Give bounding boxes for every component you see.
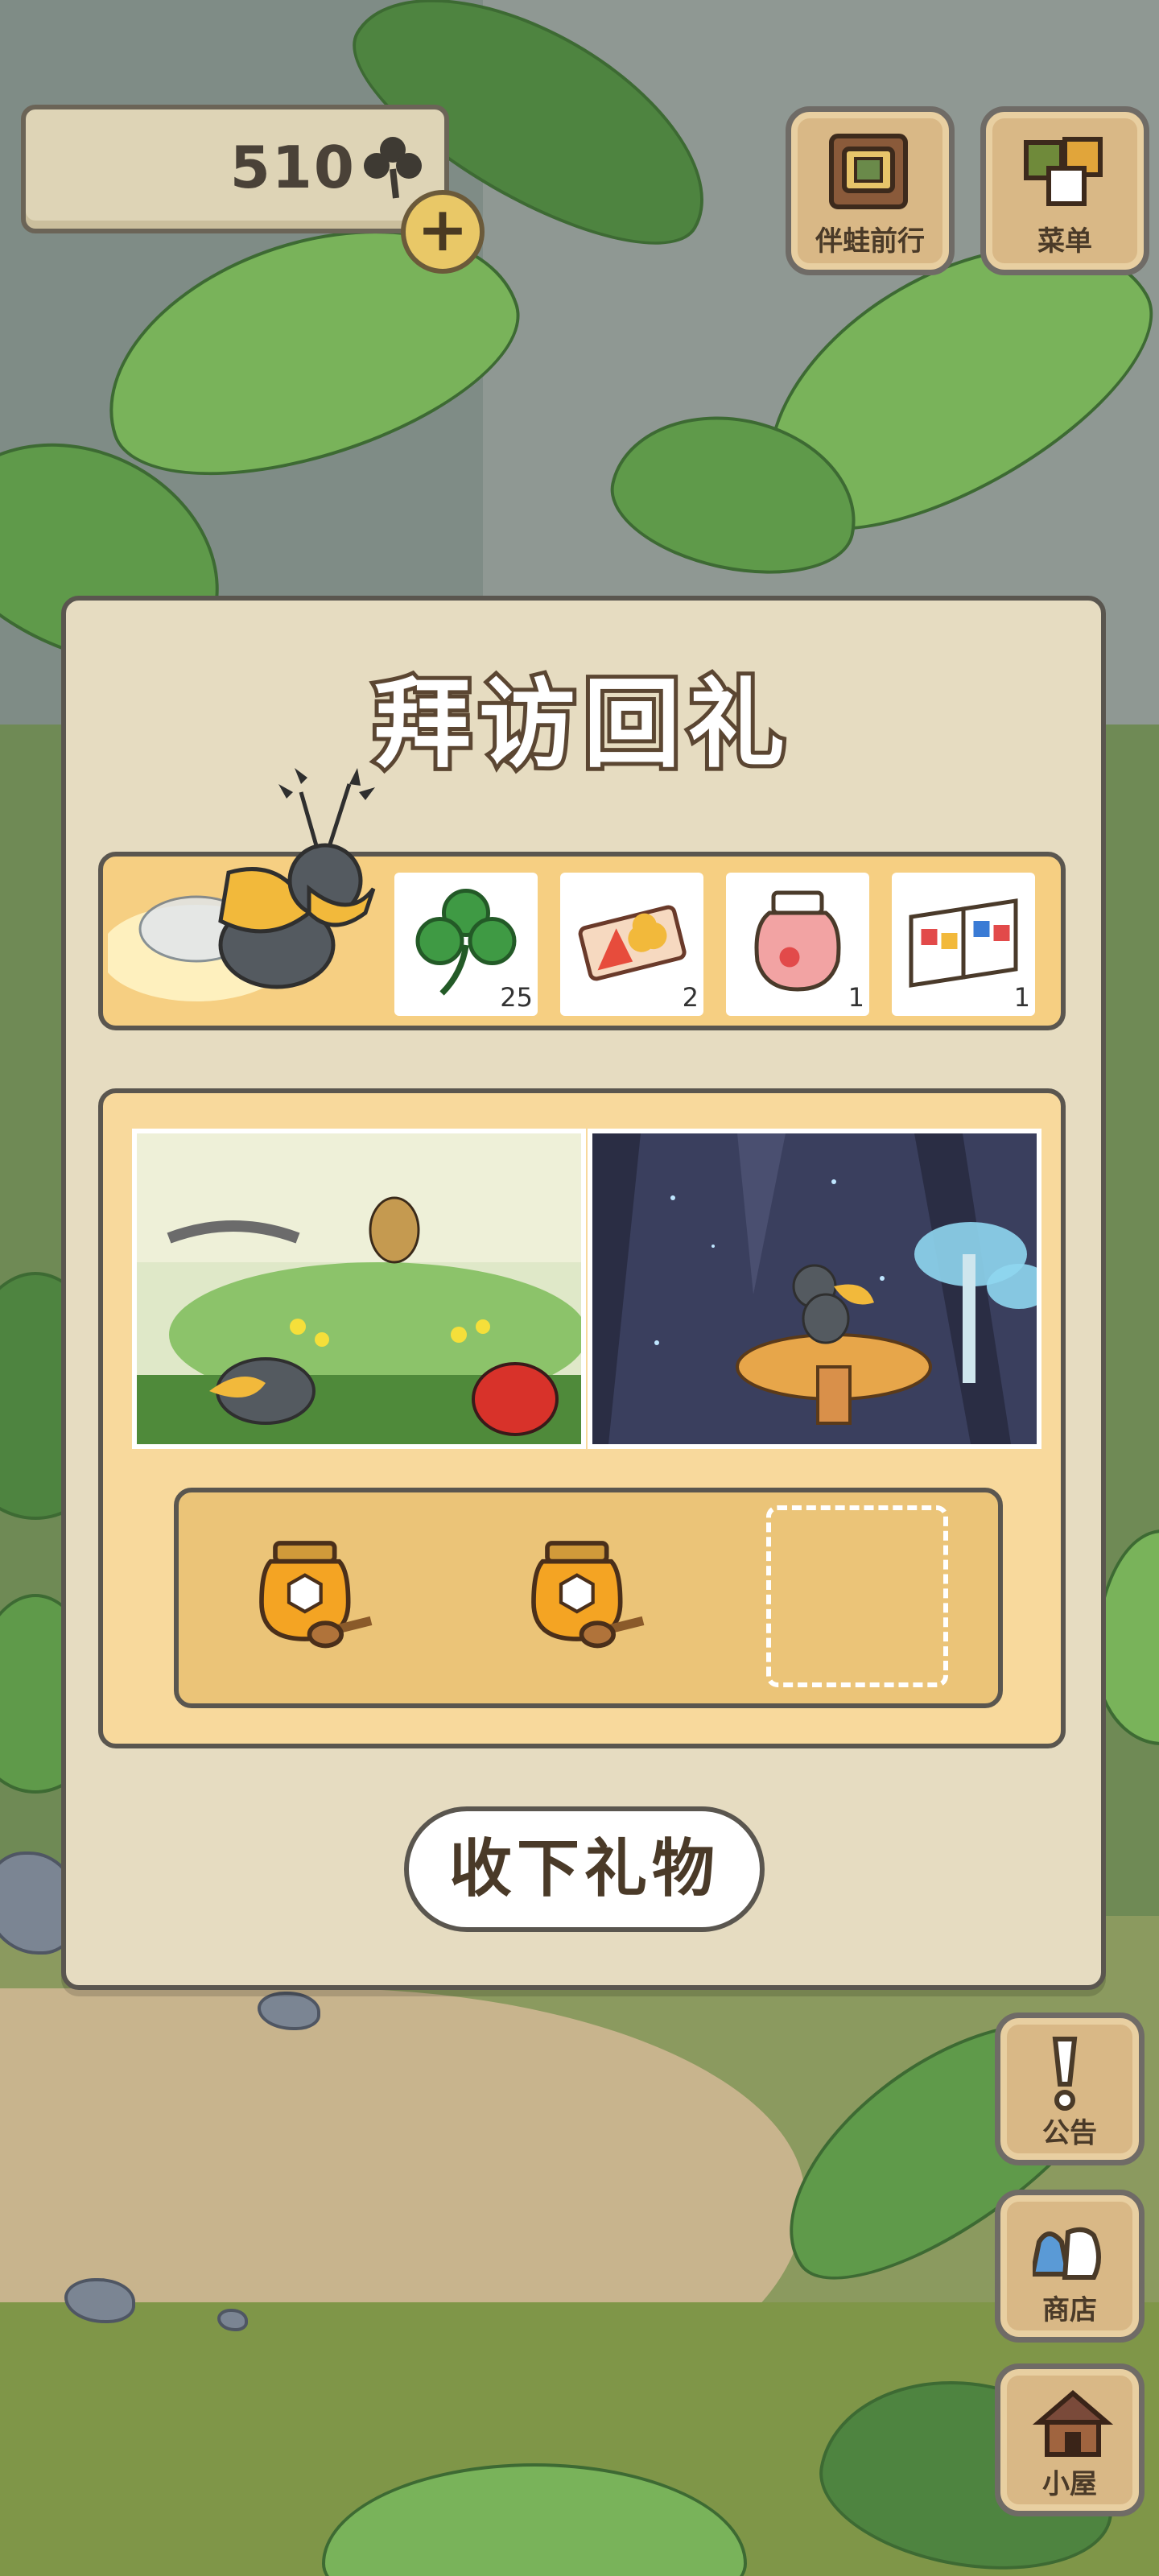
gift-slot[interactable] [248, 1530, 385, 1666]
brochure-icon [909, 898, 1018, 988]
reward-count: 25 [500, 982, 533, 1013]
night-forest-photo-image [592, 1133, 1037, 1444]
notice-button[interactable]: 公告 [995, 2013, 1145, 2165]
house-button-label: 小屋 [1042, 2468, 1097, 2500]
add-clover-button[interactable]: + [401, 190, 485, 274]
ticket-icon [578, 905, 687, 981]
reward-ticket: 2 [560, 873, 703, 1016]
gift-slots [174, 1488, 1003, 1708]
clover-counter: 510 [21, 105, 449, 233]
firefly-visitor-icon [108, 768, 376, 1001]
gift-slot[interactable] [520, 1530, 657, 1666]
reward-strip: 25 2 1 1 [98, 768, 1066, 1030]
shop-bags-icon [1033, 2227, 1101, 2280]
meadow-photo [132, 1129, 586, 1449]
reward-jam-jar: 1 [726, 873, 869, 1016]
photo-panel [98, 1088, 1066, 1748]
menu-cards-icon [1024, 137, 1103, 206]
travel-button-label: 伴蛙前行 [815, 225, 925, 258]
jam-jar-icon [754, 890, 841, 992]
exclamation-icon [1052, 2037, 1078, 2111]
notice-button-label: 公告 [1042, 2117, 1097, 2149]
house-icon [1033, 2390, 1113, 2457]
empty-gift-slot[interactable] [766, 1505, 948, 1687]
reward-brochure: 1 [892, 873, 1035, 1016]
reward-count: 1 [848, 982, 864, 1013]
menu-button-label: 菜单 [1037, 225, 1092, 258]
clover-count: 510 [229, 134, 356, 201]
visit-gift-dialog: 拜访回礼 25 2 1 1 收下礼物 [61, 596, 1106, 1990]
reward-count: 2 [682, 982, 699, 1013]
menu-button[interactable]: 菜单 [980, 106, 1149, 275]
shop-button[interactable]: 商店 [995, 2190, 1145, 2343]
honey-jar-icon [531, 1541, 645, 1649]
honey-jar-icon [259, 1541, 373, 1649]
album-icon [829, 134, 908, 209]
clover-icon [364, 137, 422, 199]
travel-with-frog-button[interactable]: 伴蛙前行 [786, 106, 955, 275]
house-button[interactable]: 小屋 [995, 2363, 1145, 2516]
receive-gift-button[interactable]: 收下礼物 [404, 1806, 765, 1932]
night-forest-photo [588, 1129, 1041, 1449]
reward-clover: 25 [394, 873, 538, 1016]
shop-button-label: 商店 [1042, 2294, 1097, 2326]
reward-count: 1 [1013, 982, 1030, 1013]
meadow-photo-image [137, 1133, 581, 1444]
